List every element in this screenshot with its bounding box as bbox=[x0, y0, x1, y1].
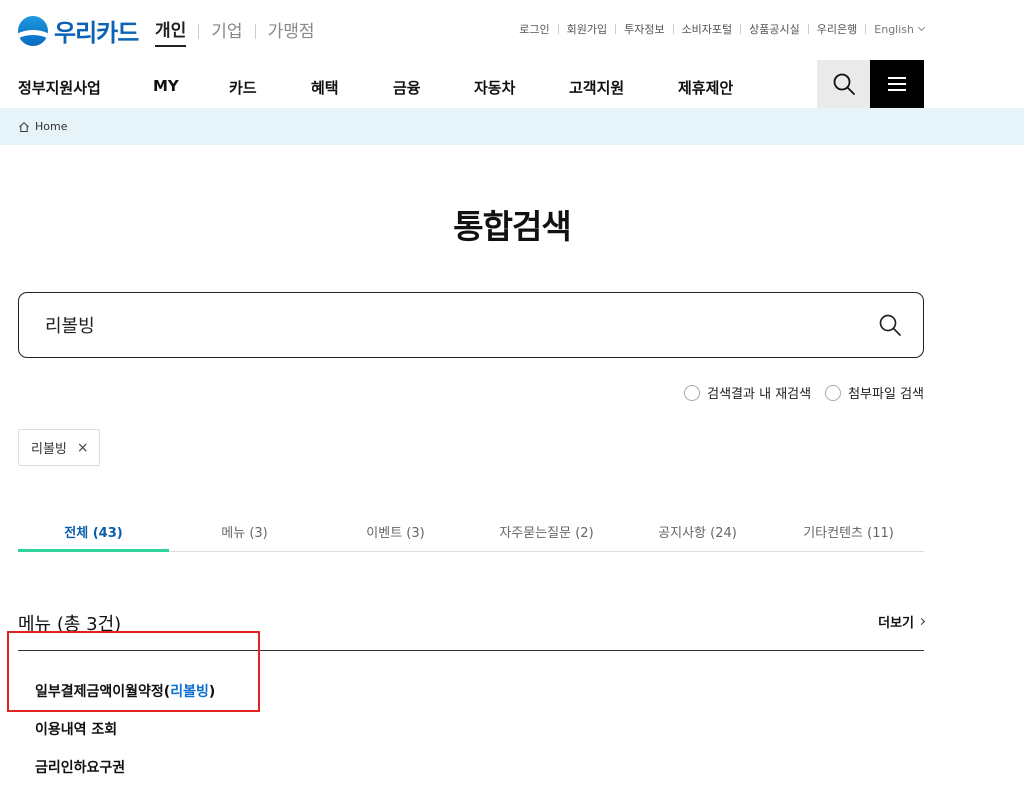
top-header: 우리카드 개인 기업 가맹점 로그인 회원가입 투자정보 소비자포털 상품공시실… bbox=[0, 0, 1024, 60]
chevron-down-icon bbox=[917, 23, 926, 32]
chevron-right-icon bbox=[917, 617, 926, 626]
login-link[interactable]: 로그인 bbox=[519, 21, 549, 37]
logo-icon bbox=[18, 15, 48, 46]
result-text: 이용내역 조회 bbox=[35, 722, 118, 738]
segment-merchant[interactable]: 가맹점 bbox=[268, 17, 315, 46]
segment-divider bbox=[198, 24, 200, 39]
nav-customer-support[interactable]: 고객지원 bbox=[569, 77, 624, 98]
list-item[interactable]: 금리인하요구권 bbox=[35, 757, 215, 795]
utility-divider bbox=[807, 24, 809, 34]
all-menu-button[interactable] bbox=[870, 60, 924, 108]
utility-divider bbox=[672, 24, 674, 34]
utility-links: 로그인 회원가입 투자정보 소비자포털 상품공시실 우리은행 English bbox=[519, 21, 926, 37]
tab-event[interactable]: 이벤트 (3) bbox=[320, 505, 471, 551]
nav-partnership[interactable]: 제휴제안 bbox=[678, 77, 733, 98]
header-search-button[interactable] bbox=[817, 60, 870, 108]
utility-divider bbox=[740, 24, 742, 34]
tab-other-content[interactable]: 기타컨텐츠 (11) bbox=[773, 505, 924, 551]
nav-automobile[interactable]: 자동차 bbox=[474, 77, 515, 98]
search-options: 검색결과 내 재검색 첨부파일 검색 bbox=[684, 383, 924, 402]
page-title: 통합검색 bbox=[453, 207, 571, 246]
search-box bbox=[18, 292, 924, 358]
tab-notice[interactable]: 공지사항 (24) bbox=[622, 505, 773, 551]
option-research-within[interactable]: 검색결과 내 재검색 bbox=[684, 383, 811, 402]
attachment-search-label: 첨부파일 검색 bbox=[848, 387, 924, 402]
more-link[interactable]: 더보기 bbox=[878, 612, 926, 631]
nav-finance[interactable]: 금융 bbox=[393, 77, 421, 98]
tab-all[interactable]: 전체 (43) bbox=[18, 505, 169, 552]
language-selector[interactable]: English bbox=[874, 22, 926, 36]
woori-bank-link[interactable]: 우리은행 bbox=[817, 21, 857, 37]
breadcrumb-home[interactable]: Home bbox=[35, 120, 67, 133]
annotation-highlight-box bbox=[7, 631, 260, 712]
utility-divider bbox=[615, 24, 617, 34]
investor-info-link[interactable]: 투자정보 bbox=[624, 21, 664, 37]
list-item[interactable]: 이용내역 조회 bbox=[35, 719, 215, 757]
nav-card[interactable]: 카드 bbox=[229, 77, 257, 98]
woori-card-logo[interactable]: 우리카드 bbox=[18, 13, 139, 48]
signup-link[interactable]: 회원가입 bbox=[567, 21, 607, 37]
close-icon[interactable]: × bbox=[77, 440, 89, 456]
search-icon bbox=[879, 314, 901, 336]
search-submit-button[interactable] bbox=[857, 294, 923, 356]
segment-business[interactable]: 기업 bbox=[211, 17, 242, 46]
logo-text: 우리카드 bbox=[54, 19, 139, 47]
research-within-radio[interactable] bbox=[684, 384, 701, 401]
more-label: 더보기 bbox=[878, 616, 914, 631]
attachment-search-radio[interactable] bbox=[825, 384, 842, 401]
product-disclosure-link[interactable]: 상품공시실 bbox=[749, 21, 800, 37]
home-icon[interactable] bbox=[18, 121, 30, 133]
tab-faq[interactable]: 자주묻는질문 (2) bbox=[471, 505, 622, 551]
result-tabs: 전체 (43) 메뉴 (3) 이벤트 (3) 자주묻는질문 (2) 공지사항 (… bbox=[18, 505, 924, 552]
nav-my[interactable]: MY bbox=[153, 77, 179, 95]
nav-government-support[interactable]: 정부지원사업 bbox=[18, 77, 101, 98]
segment-personal[interactable]: 개인 bbox=[155, 16, 187, 47]
utility-divider bbox=[865, 24, 867, 34]
search-input[interactable] bbox=[45, 314, 857, 336]
nav-benefits[interactable]: 혜택 bbox=[311, 77, 339, 98]
breadcrumb: Home bbox=[0, 108, 1024, 145]
hamburger-icon bbox=[888, 77, 906, 91]
segment-divider bbox=[254, 24, 256, 39]
tab-menu[interactable]: 메뉴 (3) bbox=[169, 505, 320, 551]
search-icon bbox=[833, 73, 855, 95]
option-attachment-search[interactable]: 첨부파일 검색 bbox=[825, 383, 924, 402]
consumer-portal-link[interactable]: 소비자포털 bbox=[682, 21, 733, 37]
keyword-chip: 리볼빙 × bbox=[18, 429, 100, 466]
keyword-chip-label: 리볼빙 bbox=[31, 442, 67, 457]
segment-tabs: 개인 기업 가맹점 bbox=[155, 16, 314, 47]
language-label: English bbox=[874, 22, 914, 36]
utility-divider bbox=[557, 24, 559, 34]
research-within-label: 검색결과 내 재검색 bbox=[707, 387, 812, 402]
result-text: 금리인하요구권 bbox=[35, 760, 126, 776]
